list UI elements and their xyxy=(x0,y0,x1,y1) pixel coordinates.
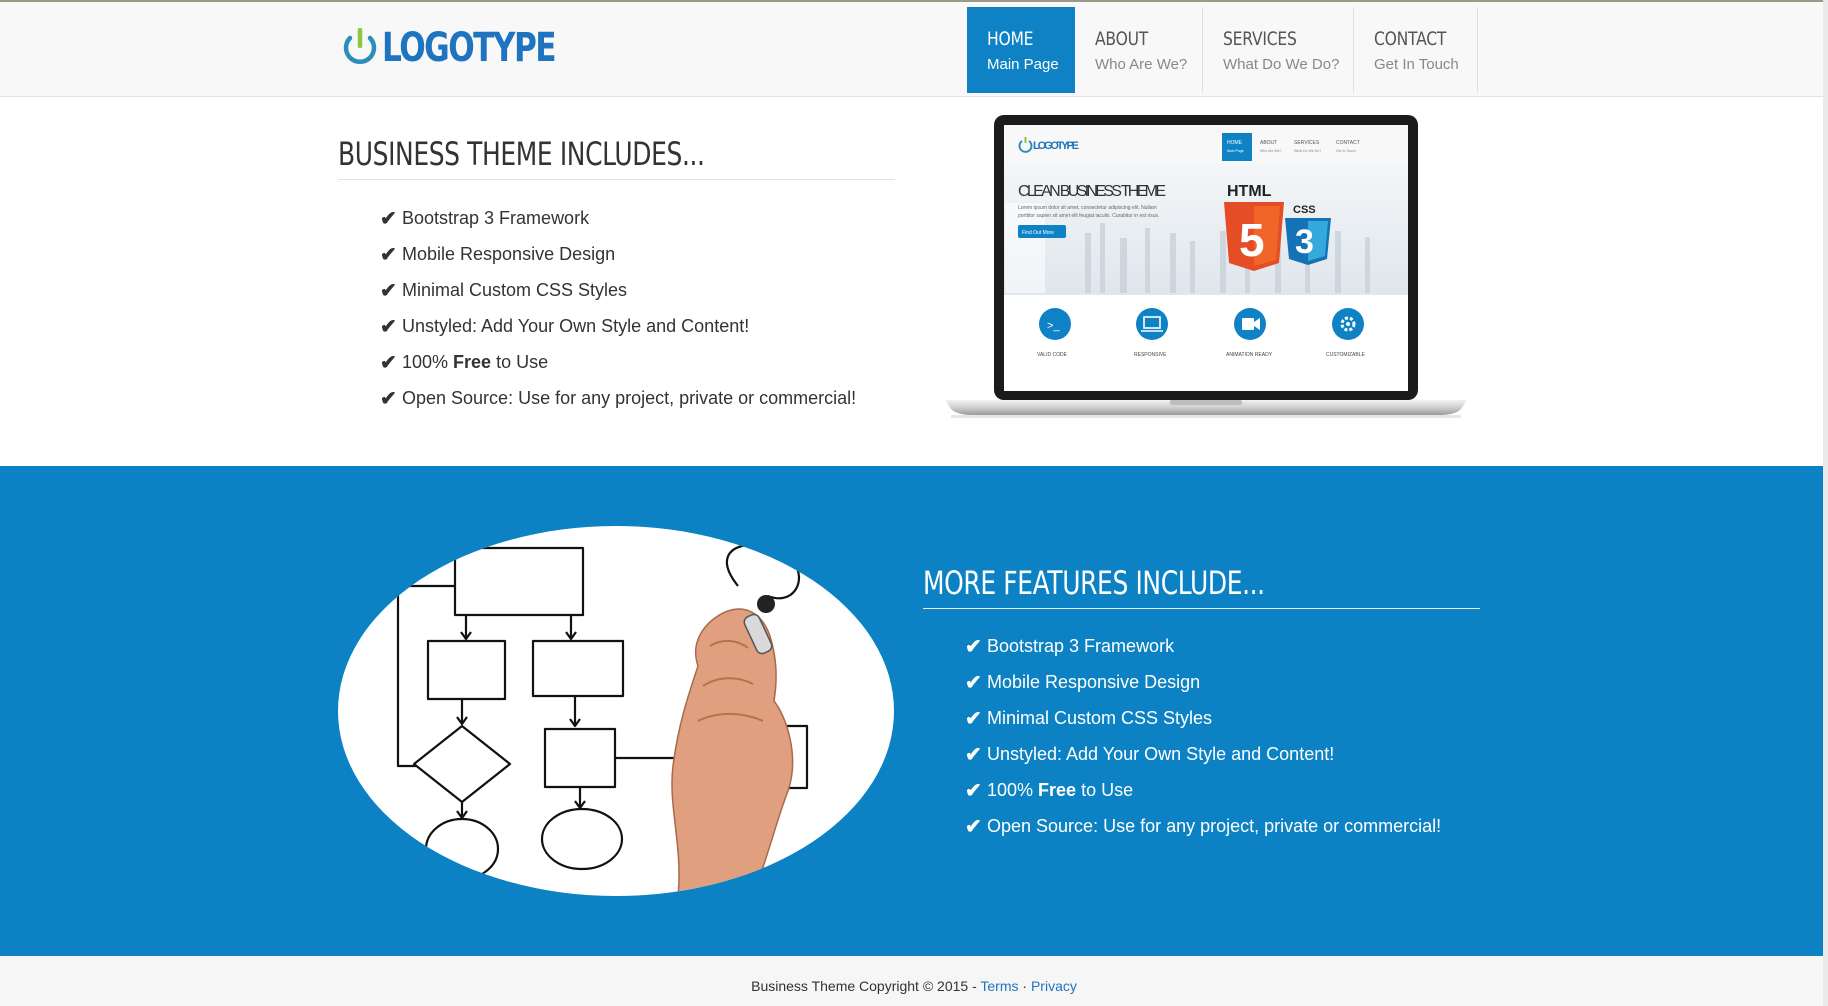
feature-list: ✔ Bootstrap 3 Framework ✔ Mobile Responsiv… xyxy=(380,200,856,416)
svg-text:CONTACT: CONTACT xyxy=(1336,140,1360,146)
svg-text:5: 5 xyxy=(1239,214,1265,266)
nav-subtitle: Get In Touch xyxy=(1374,55,1459,73)
nav-item-home[interactable]: HOME Main Page xyxy=(967,7,1075,93)
svg-text:ABOUT: ABOUT xyxy=(1260,140,1277,146)
svg-text:HOME: HOME xyxy=(1227,140,1243,146)
flowchart-hand-image xyxy=(338,526,894,896)
svg-text:Find Out More: Find Out More xyxy=(1022,230,1054,236)
list-item: ✔ Minimal Custom CSS Styles xyxy=(380,272,856,308)
svg-text:VALID CODE: VALID CODE xyxy=(1037,352,1068,358)
checkmark-icon: ✔ xyxy=(965,671,982,694)
features-section xyxy=(0,466,1823,956)
list-item: ✔ 100% Free to Use xyxy=(380,344,856,380)
list-item: ✔ Unstyled: Add Your Own Style and Conten… xyxy=(380,308,856,344)
svg-text:CSS: CSS xyxy=(1293,204,1316,216)
svg-text:Who Are We?: Who Are We? xyxy=(1260,149,1282,153)
checkmark-icon: ✔ xyxy=(965,743,982,766)
svg-text:>_: >_ xyxy=(1047,320,1060,332)
footer-separator: · xyxy=(1018,978,1031,994)
nav-item-about[interactable]: ABOUT Who Are We? xyxy=(1075,7,1203,93)
feature-text: Unstyled: Add Your Own Style and Content… xyxy=(402,315,750,336)
svg-text:porttitor sapien sit amet elit: porttitor sapien sit amet elit feugiat i… xyxy=(1018,213,1159,219)
nav-title: ABOUT xyxy=(1095,27,1149,50)
checkmark-icon: ✔ xyxy=(965,815,982,838)
list-item: ✔ Open Source: Use for any project, priva… xyxy=(965,808,1441,844)
list-item: ✔ Bootstrap 3 Framework xyxy=(965,628,1441,664)
site-footer: Business Theme Copyright © 2015 - Terms … xyxy=(0,956,1828,1006)
section-title: BUSINESS THEME INCLUDES... xyxy=(338,135,705,173)
feature-text: Bootstrap 3 Framework xyxy=(987,635,1175,656)
svg-text:Main Page: Main Page xyxy=(1227,149,1244,153)
copyright-text: Business Theme Copyright © 2015 - xyxy=(751,978,981,994)
feature-text: Minimal Custom CSS Styles xyxy=(402,279,628,300)
nav-subtitle: Main Page xyxy=(987,55,1059,73)
svg-text:Lorem ipsum dolor sit amet, co: Lorem ipsum dolor sit amet, consectetur … xyxy=(1018,205,1157,211)
svg-text:CUSTOMIZABLE: CUSTOMIZABLE xyxy=(1326,352,1365,358)
logo[interactable]: LOGOTYPE xyxy=(340,20,604,76)
feature-text: Bootstrap 3 Framework xyxy=(402,207,590,228)
list-item: ✔ Minimal Custom CSS Styles xyxy=(965,700,1441,736)
feature-text: 100% Free to Use xyxy=(402,351,549,372)
svg-text:SERVICES: SERVICES xyxy=(1294,140,1320,146)
checkmark-icon: ✔ xyxy=(380,207,397,230)
list-item: ✔ Mobile Responsive Design xyxy=(965,664,1441,700)
svg-text:Get In Touch: Get In Touch xyxy=(1336,149,1356,153)
checkmark-icon: ✔ xyxy=(380,315,397,338)
nav-item-contact[interactable]: CONTACT Get In Touch xyxy=(1354,7,1478,93)
checkmark-icon: ✔ xyxy=(380,279,397,302)
svg-text:HTML: HTML xyxy=(1227,183,1272,200)
feature-text: Open Source: Use for any project, privat… xyxy=(987,815,1442,836)
laptop-logo: LOGOTYPE xyxy=(1033,140,1079,152)
checkmark-icon: ✔ xyxy=(965,635,982,658)
feature-list: ✔ Bootstrap 3 Framework ✔ Mobile Responsiv… xyxy=(965,628,1441,844)
section-divider xyxy=(338,179,895,180)
feature-text: 100% Free to Use xyxy=(987,779,1134,800)
checkmark-icon: ✔ xyxy=(380,351,397,374)
svg-text:3: 3 xyxy=(1295,223,1314,261)
svg-text:ANIMATION READY: ANIMATION READY xyxy=(1226,352,1273,358)
footer-text: Business Theme Copyright © 2015 - Terms … xyxy=(0,978,1828,994)
logo-text: LOGOTYPE xyxy=(382,25,557,71)
nav-title: CONTACT xyxy=(1374,27,1447,50)
feature-text: Mobile Responsive Design xyxy=(987,671,1201,692)
nav-subtitle: Who Are We? xyxy=(1095,55,1188,73)
section-divider xyxy=(923,608,1480,609)
site-header: LOGOTYPE HOME Main Page ABOUT Who Are We… xyxy=(0,2,1828,97)
list-item: ✔ Mobile Responsive Design xyxy=(380,236,856,272)
laptop-hero-title: CLEAN BUSINESS THEME xyxy=(1018,183,1166,200)
page-scrollbar-gutter xyxy=(1823,0,1828,1006)
list-item: ✔ Bootstrap 3 Framework xyxy=(380,200,856,236)
checkmark-icon: ✔ xyxy=(380,243,397,266)
nav-subtitle: What Do We Do? xyxy=(1223,55,1340,73)
section-title: MORE FEATURES INCLUDE... xyxy=(923,564,1265,602)
nav-title: HOME xyxy=(987,27,1034,50)
nav-title: SERVICES xyxy=(1223,27,1297,50)
checkmark-icon: ✔ xyxy=(965,707,982,730)
feature-text: Minimal Custom CSS Styles xyxy=(987,707,1213,728)
laptop-mockup-image: LOGOTYPE HOME Main Page ABOUT Who Are We… xyxy=(945,115,1467,418)
checkmark-icon: ✔ xyxy=(380,387,397,410)
list-item: ✔ Open Source: Use for any project, priva… xyxy=(380,380,856,416)
privacy-link[interactable]: Privacy xyxy=(1031,978,1077,994)
svg-text:RESPONSIVE: RESPONSIVE xyxy=(1134,352,1167,358)
feature-text: Unstyled: Add Your Own Style and Content… xyxy=(987,743,1335,764)
nav-item-services[interactable]: SERVICES What Do We Do? xyxy=(1203,7,1354,93)
svg-text:What Do We Do?: What Do We Do? xyxy=(1294,149,1321,153)
main-nav: HOME Main Page ABOUT Who Are We? SERVICE… xyxy=(967,7,1478,93)
checkmark-icon: ✔ xyxy=(965,779,982,802)
list-item: ✔ Unstyled: Add Your Own Style and Conten… xyxy=(965,736,1441,772)
terms-link[interactable]: Terms xyxy=(980,978,1018,994)
power-logo-icon xyxy=(343,28,377,65)
feature-text: Mobile Responsive Design xyxy=(402,243,616,264)
feature-text: Open Source: Use for any project, privat… xyxy=(402,387,857,408)
list-item: ✔ 100% Free to Use xyxy=(965,772,1441,808)
